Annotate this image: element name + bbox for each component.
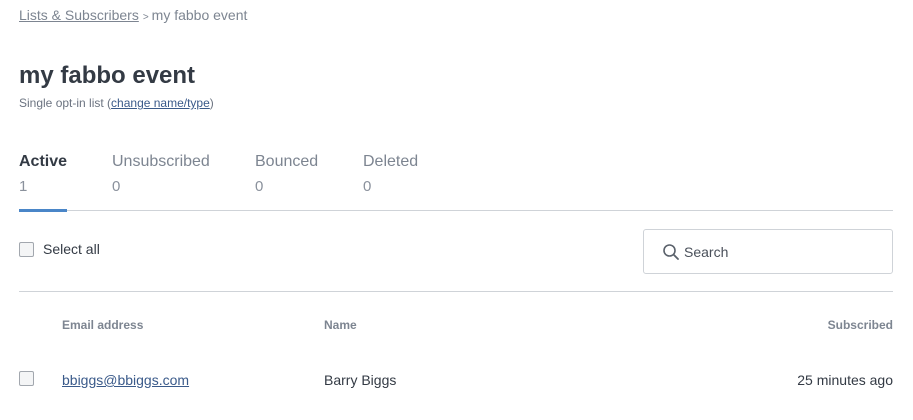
subtitle-suffix: )	[209, 96, 214, 110]
tab-bounced[interactable]: Bounced 0	[255, 153, 318, 210]
subscribed-time: 25 minutes ago	[797, 372, 893, 388]
breadcrumb-parent-link[interactable]: Lists & Subscribers	[19, 7, 139, 23]
tab-unsubscribed-count: 0	[112, 178, 121, 195]
tab-bounced-label: Bounced	[255, 153, 319, 170]
subscriber-email-link[interactable]: bbiggs@bbiggs.com	[62, 372, 189, 388]
select-all-control[interactable]: Select all	[19, 241, 100, 257]
select-all-checkbox[interactable]	[19, 241, 34, 257]
column-header-subscribed[interactable]: Subscribed	[828, 318, 893, 332]
tab-deleted-count: 0	[363, 178, 372, 195]
select-all-label: Select all	[43, 241, 100, 257]
subscriber-name: Barry Biggs	[324, 372, 397, 388]
list-type-subtitle: Single opt-in list (change name/type)	[19, 96, 214, 110]
column-header-name[interactable]: Name	[324, 318, 357, 332]
breadcrumb: Lists & Subscribers > my fabbo event	[19, 7, 247, 23]
column-header-email[interactable]: Email address	[62, 318, 143, 332]
breadcrumb-current: my fabbo event	[151, 7, 248, 23]
search-icon	[663, 243, 679, 260]
tab-unsubscribed[interactable]: Unsubscribed 0	[112, 153, 210, 210]
tab-deleted[interactable]: Deleted 0	[363, 153, 418, 210]
search-input[interactable]	[684, 243, 884, 260]
toolbar-divider	[19, 291, 893, 292]
tab-unsubscribed-label: Unsubscribed	[112, 153, 210, 170]
page-title: my fabbo event	[19, 62, 196, 89]
tab-active[interactable]: Active 1	[19, 153, 68, 212]
search-box[interactable]	[643, 229, 893, 274]
tab-bounced-count: 0	[255, 178, 264, 195]
subtitle-prefix: Single opt-in list (	[19, 96, 112, 110]
breadcrumb-separator: >	[142, 12, 149, 23]
tab-deleted-label: Deleted	[363, 153, 419, 170]
status-tabs: Active 1 Unsubscribed 0 Bounced 0 Delete…	[19, 153, 893, 212]
change-name-type-link[interactable]: change name/type	[111, 96, 210, 110]
tab-active-count: 1	[19, 178, 28, 195]
tab-active-label: Active	[19, 153, 68, 170]
row-checkbox[interactable]	[19, 371, 34, 386]
